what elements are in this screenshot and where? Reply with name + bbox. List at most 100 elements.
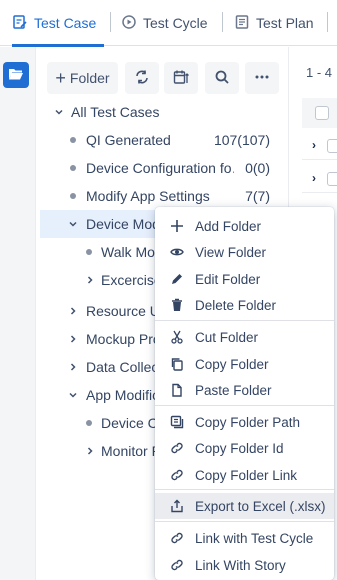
row-checkbox[interactable]	[327, 172, 337, 186]
plus-icon: +	[55, 68, 66, 88]
refresh-button[interactable]	[125, 62, 159, 94]
plus-icon	[170, 219, 184, 233]
scissors-icon	[170, 330, 184, 344]
link-icon	[170, 531, 184, 545]
bullet	[70, 165, 76, 171]
tree-item-label: App Modific	[86, 387, 156, 403]
table-row[interactable]: ›	[302, 132, 337, 160]
menu-item-copy-folder[interactable]: Copy Folder	[155, 351, 334, 377]
tab-label: Test Case	[34, 15, 97, 31]
chevron-right-icon[interactable]: ›	[312, 171, 316, 185]
menu-item-label: View Folder	[195, 244, 267, 260]
menu-divider	[155, 489, 334, 490]
chevron-down-icon[interactable]	[67, 389, 79, 401]
tree-item[interactable]: Device Configuration fo… 0(0)	[40, 154, 270, 182]
tree-item-label: Mockup Pro	[86, 331, 156, 347]
add-folder-button[interactable]: + Folder	[47, 62, 118, 94]
menu-item-copy-folder-link[interactable]: Copy Folder Link	[155, 462, 334, 488]
tab-label: Test Plan	[256, 15, 314, 31]
link-icon	[170, 441, 184, 455]
list-header	[302, 98, 337, 128]
menu-item-copy-folder-path[interactable]: Copy Folder Path	[155, 409, 334, 435]
sort-calendar-button[interactable]	[164, 62, 198, 94]
chevron-right-icon[interactable]	[84, 274, 96, 286]
menu-item-label: Export to Excel (.xlsx)	[195, 498, 326, 514]
link-icon	[170, 468, 184, 482]
tab-divider	[327, 12, 328, 32]
menu-divider	[155, 405, 334, 406]
menu-item-link-story[interactable]: Link With Story	[155, 552, 334, 578]
tree-item-label: Excercise	[101, 272, 159, 288]
menu-item-label: Delete Folder	[195, 297, 277, 313]
chevron-down-icon[interactable]	[67, 218, 79, 230]
menu-item-label: Copy Folder Id	[195, 440, 284, 456]
tree-item-label: QI Generated	[86, 132, 171, 148]
menu-item-cut-folder[interactable]: Cut Folder	[155, 324, 334, 350]
menu-item-paste-folder[interactable]: Paste Folder	[155, 377, 334, 403]
menu-item-link-test-cycle[interactable]: Link with Test Cycle	[155, 525, 334, 551]
menu-item-label: Copy Folder Link	[195, 467, 298, 483]
link-icon	[170, 558, 184, 572]
tab-test-cycle[interactable]: Test Cycle	[121, 0, 211, 46]
folder-open-icon	[8, 67, 24, 84]
menu-item-label: Paste Folder	[195, 382, 272, 398]
menu-item-export-excel[interactable]: Export to Excel (.xlsx)	[155, 493, 334, 519]
chevron-down-icon[interactable]	[53, 106, 65, 118]
chevron-right-icon[interactable]: ›	[312, 138, 316, 152]
more-options-button[interactable]	[245, 62, 279, 94]
copy-path-icon	[170, 415, 184, 429]
menu-item-edit-folder[interactable]: Edit Folder	[155, 266, 334, 292]
left-rail	[0, 47, 36, 580]
menu-item-label: Cut Folder	[195, 329, 259, 345]
pencil-icon	[170, 272, 184, 286]
menu-item-label: Copy Folder Path	[195, 414, 301, 430]
menu-item-label: Link with Test Cycle	[195, 530, 314, 546]
test-plan-icon	[234, 14, 250, 33]
bullet	[70, 137, 76, 143]
tree-item-label: Device Configuration fo…	[86, 160, 234, 176]
menu-item-label: Edit Folder	[195, 271, 261, 287]
tree-item-label: Modify App Settings	[86, 188, 210, 204]
chevron-right-icon[interactable]	[67, 305, 79, 317]
add-folder-label: Folder	[69, 70, 110, 86]
tab-test-plan[interactable]: Test Plan	[234, 0, 316, 46]
menu-item-copy-folder-id[interactable]: Copy Folder Id	[155, 435, 334, 461]
tab-test-case[interactable]: Test Case	[12, 0, 104, 47]
trash-icon	[170, 298, 184, 312]
eye-icon	[170, 245, 184, 259]
test-cycle-icon	[121, 14, 137, 33]
folder-view-button[interactable]	[3, 62, 29, 88]
tree-root-label: All Test Cases	[71, 104, 160, 120]
tab-bar: Test Case Test Cycle Test Plan	[0, 0, 337, 47]
tree-item-label: Data Collect	[86, 359, 156, 375]
menu-divider	[155, 320, 334, 321]
tree-item[interactable]: Modify App Settings 7(7)	[40, 182, 270, 210]
paste-icon	[170, 383, 184, 397]
refresh-icon	[134, 69, 150, 88]
menu-item-label: Link With Story	[195, 557, 286, 573]
table-row[interactable]: ›	[302, 165, 337, 193]
tree-item-label: Resource Ut	[86, 303, 156, 319]
menu-item-delete-folder[interactable]: Delete Folder	[155, 292, 334, 318]
tree-item-label: Walk Moc	[101, 244, 159, 260]
tab-label: Test Cycle	[143, 15, 208, 31]
test-case-icon	[12, 14, 28, 33]
bullet	[86, 249, 92, 255]
chevron-right-icon[interactable]	[84, 445, 96, 457]
row-checkbox[interactable]	[327, 139, 337, 153]
menu-item-view-folder[interactable]: View Folder	[155, 239, 334, 265]
tree-root[interactable]: All Test Cases	[40, 98, 270, 126]
bullet	[70, 193, 76, 199]
copy-icon	[170, 357, 184, 371]
chevron-right-icon[interactable]	[67, 333, 79, 345]
menu-item-add-folder[interactable]: Add Folder	[155, 213, 334, 239]
tree-item-label: Device Co	[101, 415, 156, 431]
tree-item-count: 7(7)	[245, 188, 270, 204]
tree-item-label: Device Mod	[86, 216, 156, 232]
bullet	[86, 420, 92, 426]
select-all-checkbox[interactable]	[315, 106, 329, 120]
search-icon	[214, 69, 230, 88]
search-button[interactable]	[205, 62, 239, 94]
chevron-right-icon[interactable]	[67, 361, 79, 373]
tree-item[interactable]: QI Generated 107(107)	[40, 126, 270, 154]
